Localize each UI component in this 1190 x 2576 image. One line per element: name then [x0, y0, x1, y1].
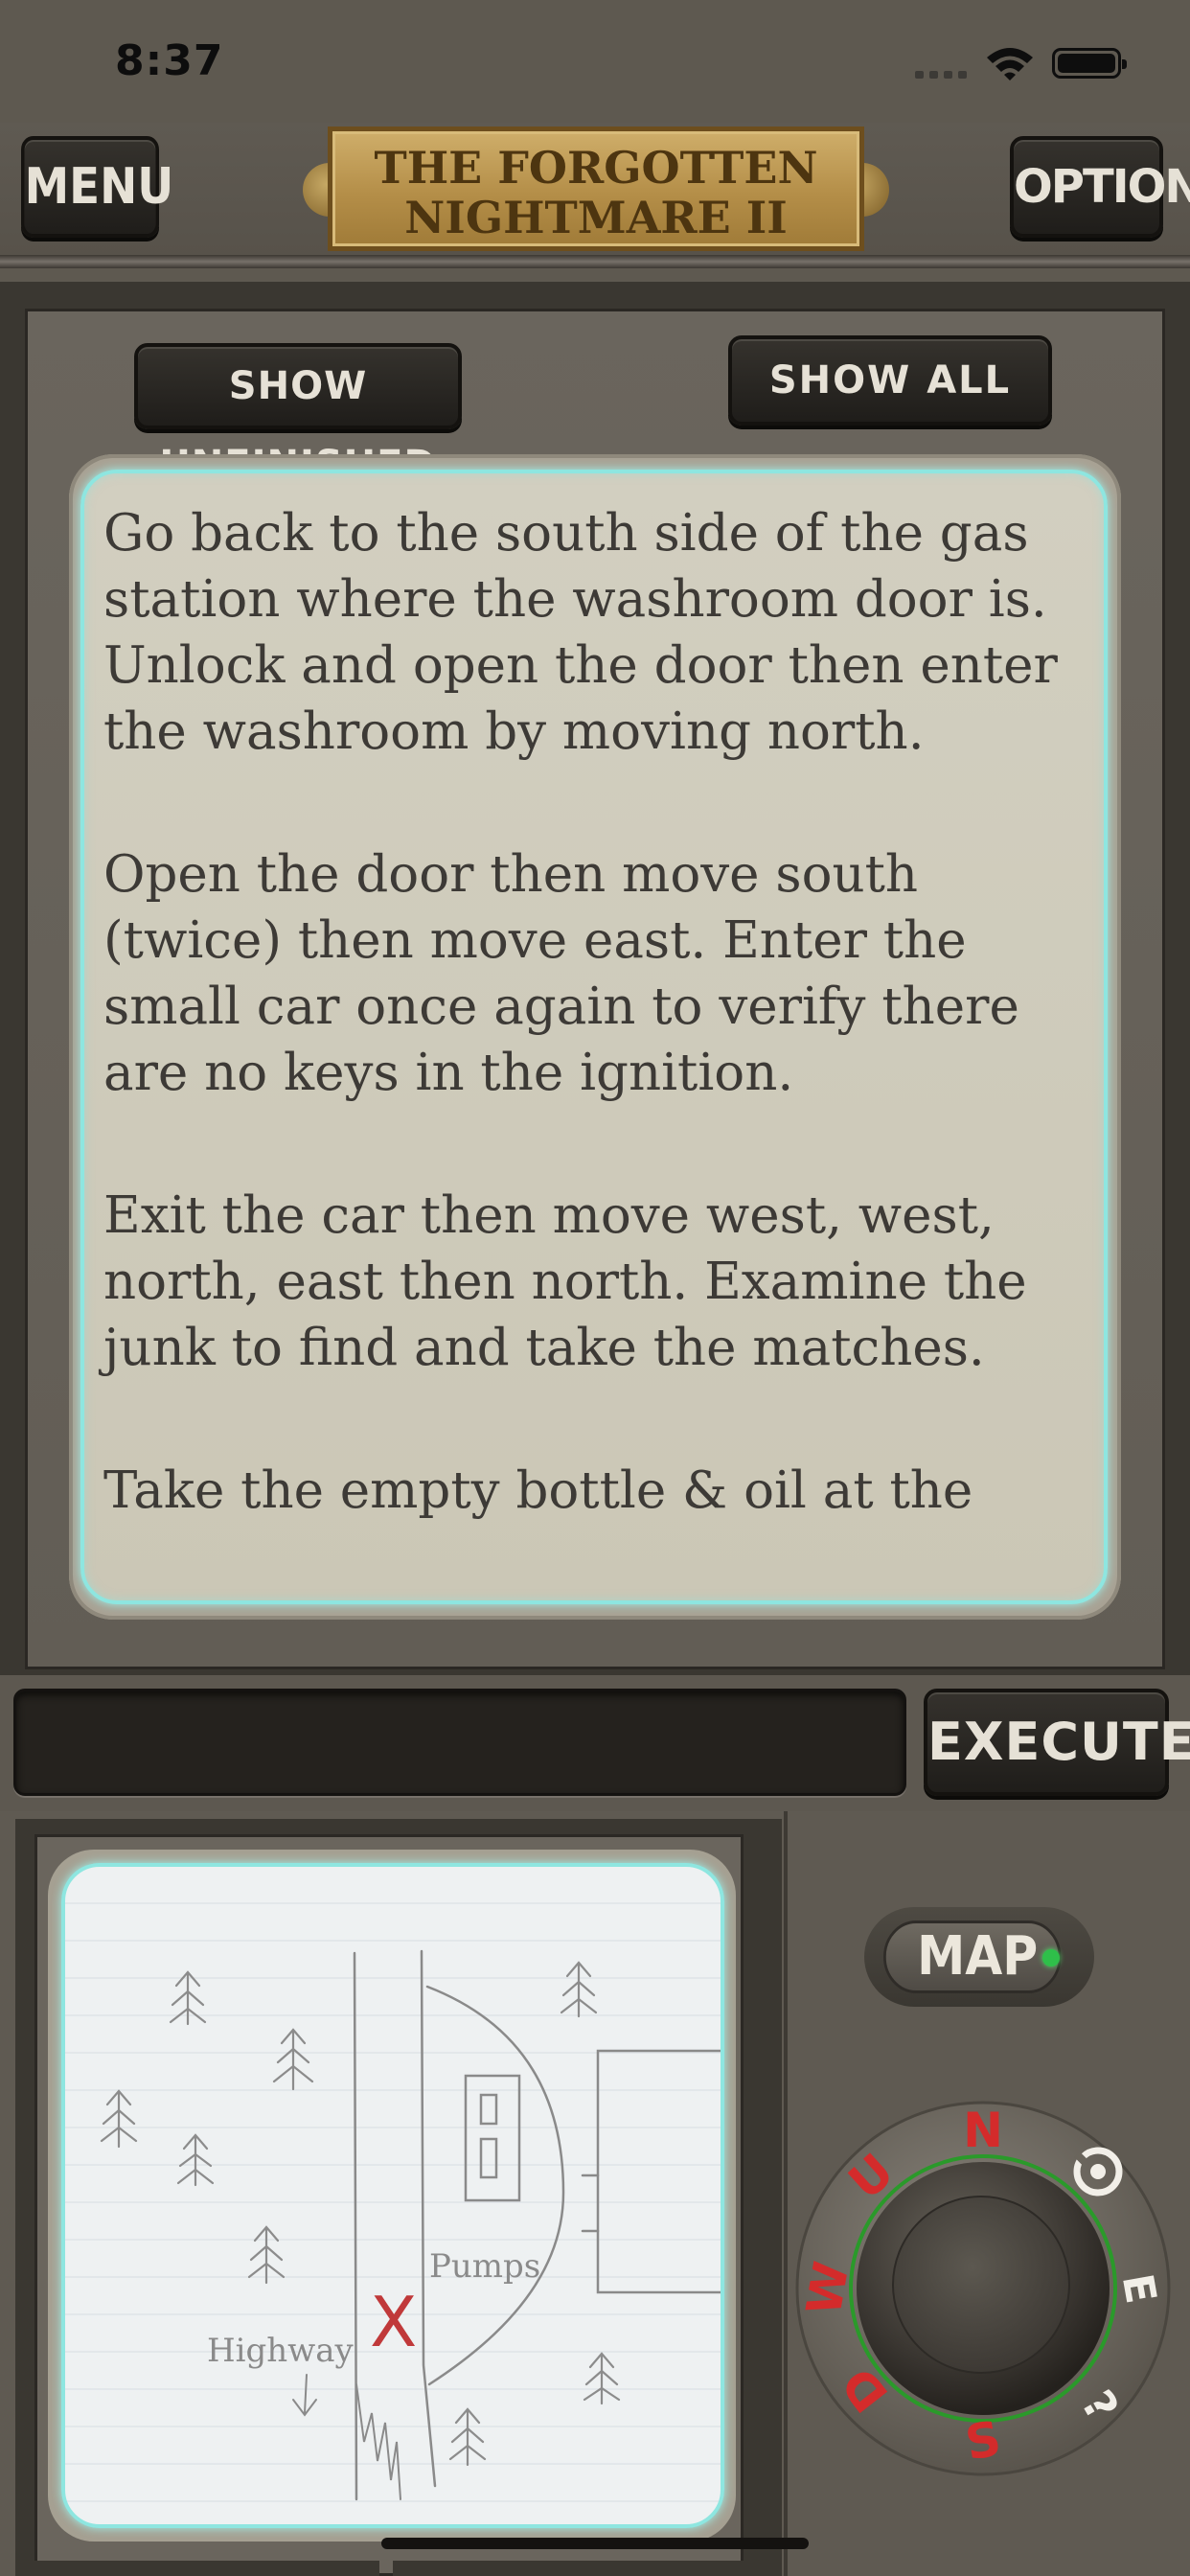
map-label-pumps: Pumps: [429, 2247, 540, 2286]
wifi-icon: [987, 48, 1033, 80]
map-label-highway: Highway: [207, 2332, 355, 2370]
walkthrough-paragraph: Exit the car then move west, west, north…: [103, 1186, 1027, 1377]
bottom-tab-right: [393, 2561, 747, 2576]
menu-button[interactable]: MENU: [21, 136, 173, 238]
options-button[interactable]: OPTIONS: [1010, 136, 1190, 238]
title-plate: THE FORGOTTEN NIGHTMARE II: [303, 125, 889, 253]
cellular-signal-icon: [915, 71, 967, 79]
walkthrough-text: Go back to the south side of the gas sta…: [103, 500, 1090, 1600]
status-time: 8:37: [115, 36, 224, 85]
map-toggle-button[interactable]: MAP: [883, 1920, 1062, 1993]
command-input[interactable]: [13, 1689, 906, 1796]
execute-button[interactable]: EXECUTE: [924, 1689, 1190, 1796]
game-title-line2: NIGHTMARE II: [404, 192, 788, 243]
compass-dial[interactable]: N S W U D E ?: [793, 2099, 1173, 2478]
bottom-tab-left: [34, 2561, 379, 2576]
map-divider: [784, 1811, 788, 2576]
game-title: THE FORGOTTEN NIGHTMARE II: [328, 126, 864, 251]
map-sketch: Pumps Highway X: [100, 1949, 721, 2501]
walkthrough-paragraph: Open the door then move south (twice) th…: [103, 845, 1019, 1102]
walkthrough-paragraph: Go back to the south side of the gas sta…: [103, 504, 1058, 761]
walkthrough-scroll-area[interactable]: Go back to the south side of the gas sta…: [80, 470, 1108, 1604]
compass-west[interactable]: W: [796, 2258, 860, 2319]
map-view[interactable]: Pumps Highway X: [61, 1863, 724, 2528]
walkthrough-paragraph: Take the empty bottle & oil at the: [103, 1461, 973, 1520]
map-status-indicator: [1042, 1949, 1060, 1966]
header-divider: [0, 255, 1190, 268]
show-all-button[interactable]: SHOW ALL: [728, 335, 1052, 426]
battery-icon: [1052, 48, 1127, 79]
compass-knob-cap: [892, 2196, 1070, 2374]
compass-north[interactable]: N: [963, 2103, 1003, 2158]
show-unfinished-button[interactable]: SHOW UNFINISHED: [134, 343, 462, 487]
game-title-line1: THE FORGOTTEN: [374, 142, 818, 194]
map-location-marker: X: [370, 2282, 417, 2362]
home-indicator[interactable]: [381, 2538, 809, 2549]
